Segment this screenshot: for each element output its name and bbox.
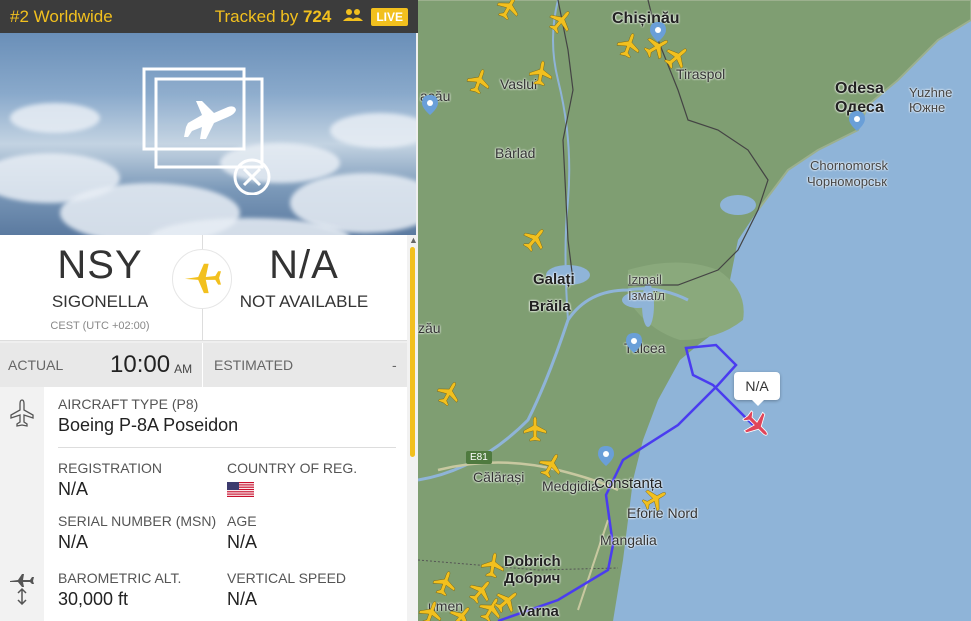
map-label-braila: Brăila [529,298,571,315]
map-label-izmail: Izmail [628,272,662,287]
age-label: AGE [227,513,257,529]
traffic-aircraft-icon[interactable] [496,0,522,20]
map-label-mangalia: Mangalia [600,532,657,548]
traffic-aircraft-icon[interactable] [528,60,554,86]
map-label-odesa: Odesa [835,80,884,97]
destination-block[interactable]: N/A NOT AVAILABLE [204,235,404,341]
traffic-aircraft-icon[interactable] [522,416,548,442]
rank-label: #2 Worldwide [10,6,113,26]
traffic-aircraft-icon[interactable] [436,380,462,406]
traffic-aircraft-icon[interactable] [522,226,548,252]
road-shield-e81: E81 [466,451,492,464]
route-section: NSY SIGONELLA CEST (UTC +02:00) N/A NOT … [0,235,407,341]
registration-label: REGISTRATION [58,460,162,476]
us-flag-icon [227,482,254,502]
times-row: ACTUAL 10:00 AM ESTIMATED - [0,343,407,387]
details-sidebar [0,387,44,621]
airplane-icon [10,399,34,432]
route-plane-badge [172,249,232,309]
aircraft-type-label: AIRCRAFT TYPE (P8) [58,396,199,412]
flight-map[interactable]: Chișinău Tiraspol Odesa Одеса Yuzhne Южн… [418,0,971,621]
vspeed-label: VERTICAL SPEED [227,570,347,586]
altitude-icon [8,571,36,610]
traffic-aircraft-icon[interactable] [548,8,574,34]
traffic-aircraft-icon[interactable] [480,552,506,578]
map-base [418,0,971,621]
airplane-icon [183,258,221,301]
flight-info-panel: #2 Worldwide Tracked by 724 LIVE NSY SIG… [0,0,418,621]
registration-value: N/A [58,479,89,499]
map-label-barlad: Bârlad [495,145,536,161]
times-divider [202,343,203,387]
traffic-aircraft-icon[interactable] [466,68,492,94]
panel-topbar: #2 Worldwide Tracked by 724 LIVE [0,0,418,33]
actual-label: ACTUAL [8,357,64,373]
tracked-prefix: Tracked by [214,6,299,26]
map-label-galati: Galați [533,271,575,288]
origin-block[interactable]: NSY SIGONELLA CEST (UTC +02:00) [0,235,200,341]
map-label-yuzhne: Yuzhne [909,85,953,100]
estimated-value: - [392,357,397,373]
map-label-chornomorsk-cyr: Чорноморськ [807,174,887,189]
traffic-aircraft-icon[interactable] [494,588,520,614]
map-label-varna: Varna [518,603,559,620]
aircraft-details: AIRCRAFT TYPE (P8) Boeing P-8A Poseidon … [0,387,407,621]
panel-scrollbar[interactable]: ▲ [407,235,418,621]
vspeed-value: N/A [227,589,258,609]
estimated-label-cell: ESTIMATED [214,343,293,387]
origin-name: SIGONELLA [51,292,149,311]
destination-name: NOT AVAILABLE [239,292,369,311]
serial-value: N/A [58,532,89,552]
country-label: COUNTRY OF REG. [227,460,358,476]
actual-ampm: AM [174,362,193,376]
estimated-value-cell: - [392,343,397,387]
aircraft-photo[interactable] [0,33,416,235]
map-label-dobrich: Dobrich [504,553,561,570]
details-divider [58,447,396,448]
origin-timezone: CEST (UTC +02:00) [50,320,150,332]
actual-label-cell: ACTUAL [8,343,63,387]
traffic-aircraft-icon[interactable] [432,570,458,596]
age-value: N/A [227,532,258,552]
origin-code: NSY [57,243,143,287]
estimated-label: ESTIMATED [214,357,294,373]
map-label-yuzhne-cyr: Южне [909,100,946,115]
destination-code: N/A [269,243,339,287]
traffic-aircraft-icon[interactable] [448,604,474,621]
selected-aircraft-icon[interactable] [742,410,772,440]
map-label-dobrich-cyr: Добрич [504,570,561,587]
no-photo-icon [140,65,280,200]
tracked-by-text: Tracked by 724 [215,7,332,27]
scroll-up-icon[interactable]: ▲ [409,235,418,245]
map-label-focsani: zău [418,320,441,336]
map-label-calarasi: Călărași [473,469,525,485]
map-label-medgidia: Medgidia [542,478,599,494]
traffic-aircraft-icon[interactable] [642,486,668,512]
airport-pin-icon[interactable] [849,111,865,131]
actual-time: 10:00 [110,351,171,378]
map-label-chisinau: Chișinău [612,10,680,27]
airport-pin-icon[interactable] [626,333,642,353]
live-badge: LIVE [371,7,408,26]
tracked-count: 724 [302,6,332,26]
map-label-chornomorsk: Chornomorsk [810,158,889,173]
baro-alt-label: BAROMETRIC ALT. [58,570,182,586]
airport-pin-icon[interactable] [598,446,614,466]
people-icon [343,8,364,25]
serial-label: SERIAL NUMBER (MSN) [58,513,217,529]
aircraft-type-value: Boeing P-8A Poseidon [58,415,239,435]
selected-aircraft-callout[interactable]: N/A [734,372,780,406]
traffic-aircraft-icon[interactable] [538,452,564,478]
scrollbar-thumb[interactable] [410,247,415,457]
actual-time-cell: 10:00 AM [110,343,192,387]
traffic-aircraft-icon[interactable] [616,32,642,58]
baro-alt-value: 30,000 ft [58,589,129,609]
traffic-aircraft-icon[interactable] [664,44,690,70]
airport-pin-icon[interactable] [422,95,438,115]
traffic-aircraft-icon[interactable] [418,600,444,621]
map-label-izmail-cyr: Ізмаїл [628,288,665,303]
